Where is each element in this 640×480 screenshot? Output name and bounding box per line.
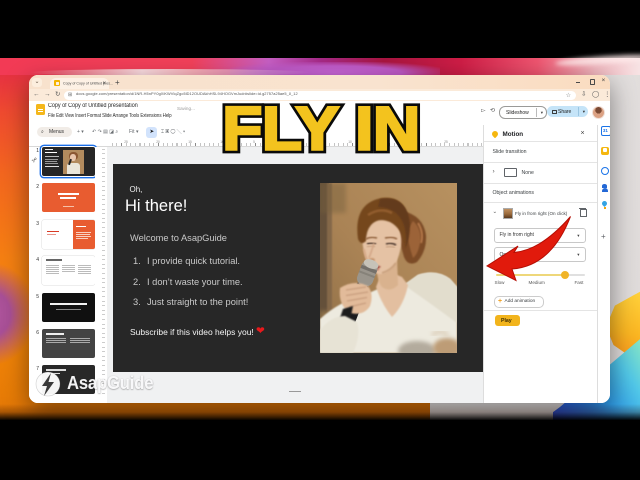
svg-text:FLY IN: FLY IN — [222, 94, 420, 163]
